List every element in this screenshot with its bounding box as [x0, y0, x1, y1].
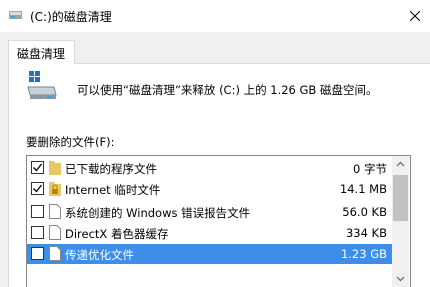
file-size: 14.1 MB [339, 182, 387, 196]
file-name: 已下载的程序文件 [65, 162, 157, 176]
list-item[interactable]: DirectX 着色器缓存 334 KB [27, 223, 393, 243]
file-name: 传递优化文件 [65, 248, 134, 262]
close-button[interactable] [399, 0, 430, 32]
cleanup-description: 可以使用“磁盘清理”来释放 (C:) 上的 1.26 GB 磁盘空间。 [77, 83, 378, 97]
scroll-down-button[interactable] [392, 270, 409, 287]
disk-cleanup-app-icon [9, 9, 22, 21]
lock-folder-icon [49, 181, 61, 196]
checkbox[interactable] [31, 161, 44, 174]
file-icon [49, 204, 61, 219]
folder-icon [49, 160, 61, 175]
file-size: 0 字节 [353, 162, 387, 176]
list-item[interactable]: 传递优化文件 1.23 GB [27, 244, 393, 264]
file-icon [49, 225, 61, 240]
file-name: DirectX 着色器缓存 [65, 227, 169, 241]
chevron-up-icon [396, 161, 405, 167]
drive-icon [26, 69, 58, 101]
check-icon [33, 163, 43, 172]
list-item[interactable]: 已下载的程序文件 0 字节 [27, 158, 393, 178]
checkbox[interactable] [31, 226, 44, 239]
checkbox[interactable] [31, 182, 44, 195]
files-to-delete-label: 要删除的文件(F): [26, 135, 115, 149]
window-title: (C:)的磁盘清理 [30, 10, 112, 24]
checkbox[interactable] [31, 247, 44, 260]
files-list-scrollbar[interactable] [392, 156, 409, 287]
file-size: 334 KB [345, 226, 387, 240]
scroll-thumb[interactable] [393, 175, 408, 221]
file-name: 系统创建的 Windows 错误报告文件 [65, 206, 251, 220]
list-item[interactable]: Internet 临时文件 14.1 MB [27, 179, 393, 199]
check-icon [33, 184, 43, 193]
file-size: 56.0 KB [342, 205, 387, 219]
tab-label: 磁盘清理 [17, 47, 66, 61]
file-name: Internet 临时文件 [65, 183, 161, 197]
files-list[interactable]: 已下载的程序文件 0 字节 Internet 临时文件 14.1 MB 系统创建… [26, 155, 411, 287]
file-icon [49, 246, 61, 261]
title-bar: (C:)的磁盘清理 [0, 0, 430, 32]
checkbox[interactable] [31, 205, 44, 218]
file-size: 1.23 GB [340, 247, 387, 261]
close-icon [410, 11, 420, 21]
tab-disk-cleanup[interactable]: 磁盘清理 [8, 40, 75, 64]
chevron-down-icon [396, 276, 405, 282]
list-item[interactable]: 系统创建的 Windows 错误报告文件 56.0 KB [27, 202, 393, 222]
scroll-up-button[interactable] [392, 156, 409, 173]
